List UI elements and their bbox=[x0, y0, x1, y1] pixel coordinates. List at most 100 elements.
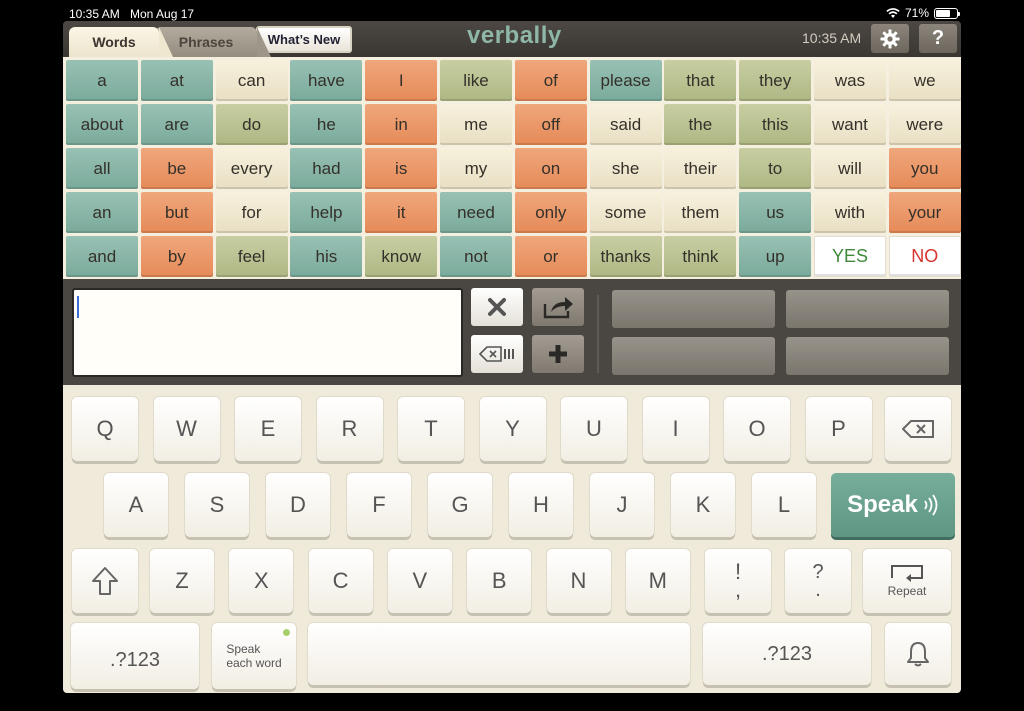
word-button[interactable]: we bbox=[888, 60, 961, 101]
word-button[interactable]: about bbox=[66, 104, 138, 145]
word-button[interactable]: or bbox=[514, 236, 587, 277]
word-button[interactable]: and bbox=[66, 236, 138, 277]
space-bar[interactable] bbox=[308, 623, 690, 685]
key-i[interactable]: I bbox=[642, 397, 709, 461]
word-button[interactable]: this bbox=[739, 104, 812, 145]
key-v[interactable]: V bbox=[387, 549, 452, 613]
word-button[interactable]: the bbox=[664, 104, 737, 145]
key-d[interactable]: D bbox=[266, 473, 330, 537]
delete-word-button[interactable] bbox=[471, 335, 523, 373]
word-button[interactable]: your bbox=[888, 192, 961, 233]
key-x[interactable]: X bbox=[229, 549, 294, 613]
key-y[interactable]: Y bbox=[479, 397, 546, 461]
speak-each-word-toggle[interactable]: Speak each word bbox=[212, 623, 296, 689]
word-button[interactable]: can bbox=[215, 60, 288, 101]
exclamation-comma-key[interactable]: ! , bbox=[705, 549, 771, 613]
word-button[interactable]: will bbox=[813, 148, 886, 189]
key-c[interactable]: C bbox=[308, 549, 373, 613]
word-button[interactable]: them bbox=[664, 192, 737, 233]
word-button[interactable]: his bbox=[290, 236, 363, 277]
word-button[interactable]: not bbox=[439, 236, 512, 277]
word-button[interactable]: at bbox=[140, 60, 213, 101]
word-button[interactable]: was bbox=[813, 60, 886, 101]
word-button[interactable]: NO bbox=[888, 236, 961, 277]
question-period-key[interactable]: ? . bbox=[785, 549, 851, 613]
word-button[interactable]: thanks bbox=[589, 236, 662, 277]
word-button[interactable]: some bbox=[589, 192, 662, 233]
key-e[interactable]: E bbox=[235, 397, 301, 461]
word-button[interactable]: their bbox=[664, 148, 737, 189]
word-button[interactable]: my bbox=[439, 148, 512, 189]
share-button[interactable] bbox=[532, 288, 584, 326]
word-button[interactable]: they bbox=[739, 60, 812, 101]
word-button[interactable]: us bbox=[739, 192, 812, 233]
word-button[interactable]: it bbox=[365, 192, 438, 233]
word-button[interactable]: an bbox=[66, 192, 138, 233]
word-button[interactable]: for bbox=[215, 192, 288, 233]
word-button[interactable]: think bbox=[664, 236, 737, 277]
word-button[interactable]: by bbox=[140, 236, 213, 277]
key-z[interactable]: Z bbox=[150, 549, 214, 613]
quick-slot-2[interactable] bbox=[786, 290, 949, 328]
word-button[interactable]: are bbox=[140, 104, 213, 145]
shift-key[interactable] bbox=[72, 549, 138, 613]
quick-slot-3[interactable] bbox=[612, 337, 775, 375]
key-q[interactable]: Q bbox=[72, 397, 138, 461]
quick-slot-4[interactable] bbox=[786, 337, 949, 375]
word-button[interactable]: have bbox=[290, 60, 363, 101]
word-button[interactable]: me bbox=[439, 104, 512, 145]
key-u[interactable]: U bbox=[561, 397, 627, 461]
clear-button[interactable] bbox=[471, 288, 523, 326]
word-button[interactable]: only bbox=[514, 192, 587, 233]
word-button[interactable]: but bbox=[140, 192, 213, 233]
key-p[interactable]: P bbox=[805, 397, 872, 461]
word-button[interactable]: were bbox=[888, 104, 961, 145]
word-button[interactable]: of bbox=[514, 60, 587, 101]
word-button[interactable]: off bbox=[514, 104, 587, 145]
word-button[interactable]: is bbox=[365, 148, 438, 189]
add-button[interactable] bbox=[532, 335, 584, 373]
word-button[interactable]: he bbox=[290, 104, 363, 145]
word-button[interactable]: do bbox=[215, 104, 288, 145]
word-button[interactable]: said bbox=[589, 104, 662, 145]
numbers-key-left[interactable]: .?123 bbox=[71, 623, 199, 689]
key-l[interactable]: L bbox=[752, 473, 816, 537]
word-button[interactable]: up bbox=[739, 236, 812, 277]
key-r[interactable]: R bbox=[316, 397, 383, 461]
word-button[interactable]: with bbox=[813, 192, 886, 233]
key-b[interactable]: B bbox=[467, 549, 532, 613]
key-k[interactable]: K bbox=[671, 473, 735, 537]
word-button[interactable]: please bbox=[589, 60, 662, 101]
message-input[interactable] bbox=[72, 288, 463, 377]
key-w[interactable]: W bbox=[153, 397, 220, 461]
key-o[interactable]: O bbox=[724, 397, 790, 461]
word-button[interactable]: on bbox=[514, 148, 587, 189]
word-button[interactable]: all bbox=[66, 148, 138, 189]
key-a[interactable]: A bbox=[104, 473, 168, 537]
key-g[interactable]: G bbox=[428, 473, 492, 537]
key-f[interactable]: F bbox=[347, 473, 411, 537]
word-button[interactable]: know bbox=[365, 236, 438, 277]
word-button[interactable]: every bbox=[215, 148, 288, 189]
word-button[interactable]: YES bbox=[813, 236, 886, 277]
word-button[interactable]: that bbox=[664, 60, 737, 101]
quick-slot-1[interactable] bbox=[612, 290, 775, 328]
key-n[interactable]: N bbox=[546, 549, 611, 613]
key-m[interactable]: M bbox=[625, 549, 690, 613]
word-button[interactable]: feel bbox=[215, 236, 288, 277]
word-button[interactable]: she bbox=[589, 148, 662, 189]
word-button[interactable]: want bbox=[813, 104, 886, 145]
bell-key[interactable] bbox=[885, 623, 951, 685]
word-button[interactable]: to bbox=[739, 148, 812, 189]
key-h[interactable]: H bbox=[509, 473, 573, 537]
key-s[interactable]: S bbox=[185, 473, 249, 537]
word-button[interactable]: need bbox=[439, 192, 512, 233]
word-button[interactable]: be bbox=[140, 148, 213, 189]
word-button[interactable]: help bbox=[290, 192, 363, 233]
help-button[interactable]: ? bbox=[919, 24, 957, 53]
word-button[interactable]: had bbox=[290, 148, 363, 189]
word-button[interactable]: like bbox=[439, 60, 512, 101]
word-button[interactable]: a bbox=[66, 60, 138, 101]
speak-button[interactable]: Speak bbox=[831, 473, 955, 537]
settings-button[interactable] bbox=[871, 24, 909, 53]
